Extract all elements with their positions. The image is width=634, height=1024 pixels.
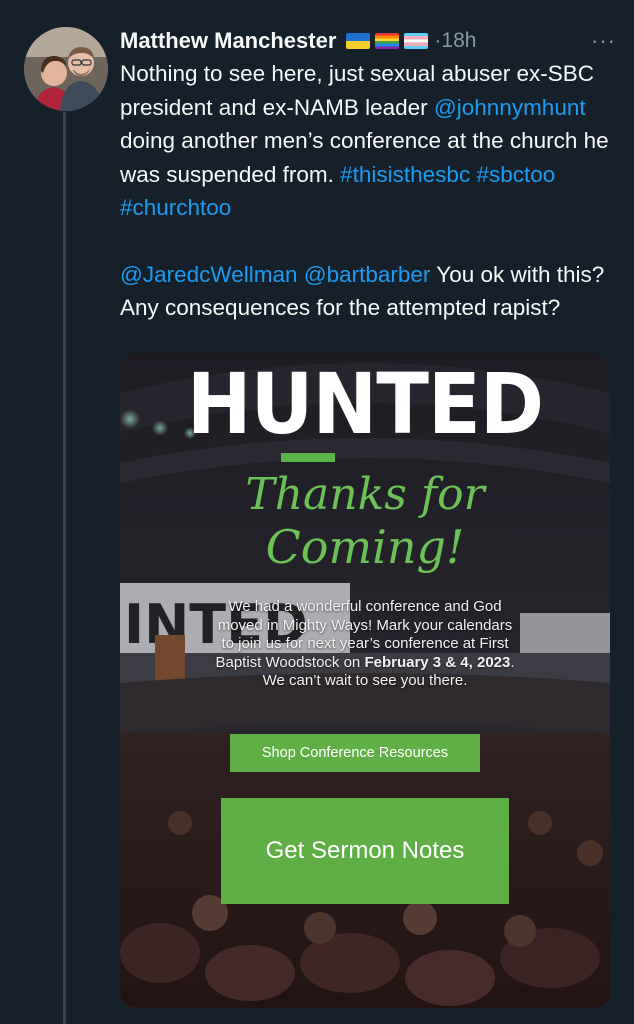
avatar[interactable] bbox=[24, 27, 108, 111]
thanks-script-line-2: Coming! bbox=[265, 520, 465, 574]
shop-conference-resources-button[interactable]: Shop Conference Resources bbox=[230, 734, 480, 772]
get-sermon-notes-button[interactable]: Get Sermon Notes bbox=[221, 798, 509, 904]
headline-hunted: HUNTED bbox=[186, 355, 544, 453]
message-date: February 3 & 4, 2023 bbox=[364, 653, 511, 671]
thread-connector-line bbox=[63, 112, 66, 1024]
thanks-script-line-1: Thanks for bbox=[245, 469, 485, 520]
flag-emojis bbox=[346, 33, 429, 49]
avatar-photo bbox=[24, 27, 108, 111]
tweet-paragraph-1: Nothing to see here, just sexual abuser … bbox=[120, 57, 616, 225]
more-options-icon[interactable]: ··· bbox=[591, 28, 616, 54]
mention-jaredcwellman[interactable]: @JaredcWellman bbox=[120, 262, 297, 287]
tweet-timestamp[interactable]: ·18h bbox=[434, 29, 476, 53]
trans-flag-icon bbox=[404, 33, 429, 49]
tweet-paragraph-2: @JaredcWellman @bartbarber You ok with t… bbox=[120, 258, 616, 325]
ukraine-flag-icon bbox=[346, 33, 371, 49]
conference-message: We had a wonderful conference and God mo… bbox=[210, 598, 520, 691]
tweet-header: Matthew Manchester ·18h ··· bbox=[120, 24, 616, 58]
tweet-body: Nothing to see here, just sexual abuser … bbox=[120, 57, 616, 325]
author-name[interactable]: Matthew Manchester bbox=[120, 28, 336, 54]
rainbow-flag-icon bbox=[375, 33, 400, 49]
mention-bartbarber[interactable]: @bartbarber bbox=[304, 262, 431, 287]
tweet-media-image[interactable]: INTED HUNTED Thanks for Coming! We had a… bbox=[120, 353, 610, 1008]
mention-johnnymhunt[interactable]: @johnnymhunt bbox=[434, 95, 586, 120]
headline-accent-bar bbox=[281, 453, 335, 462]
